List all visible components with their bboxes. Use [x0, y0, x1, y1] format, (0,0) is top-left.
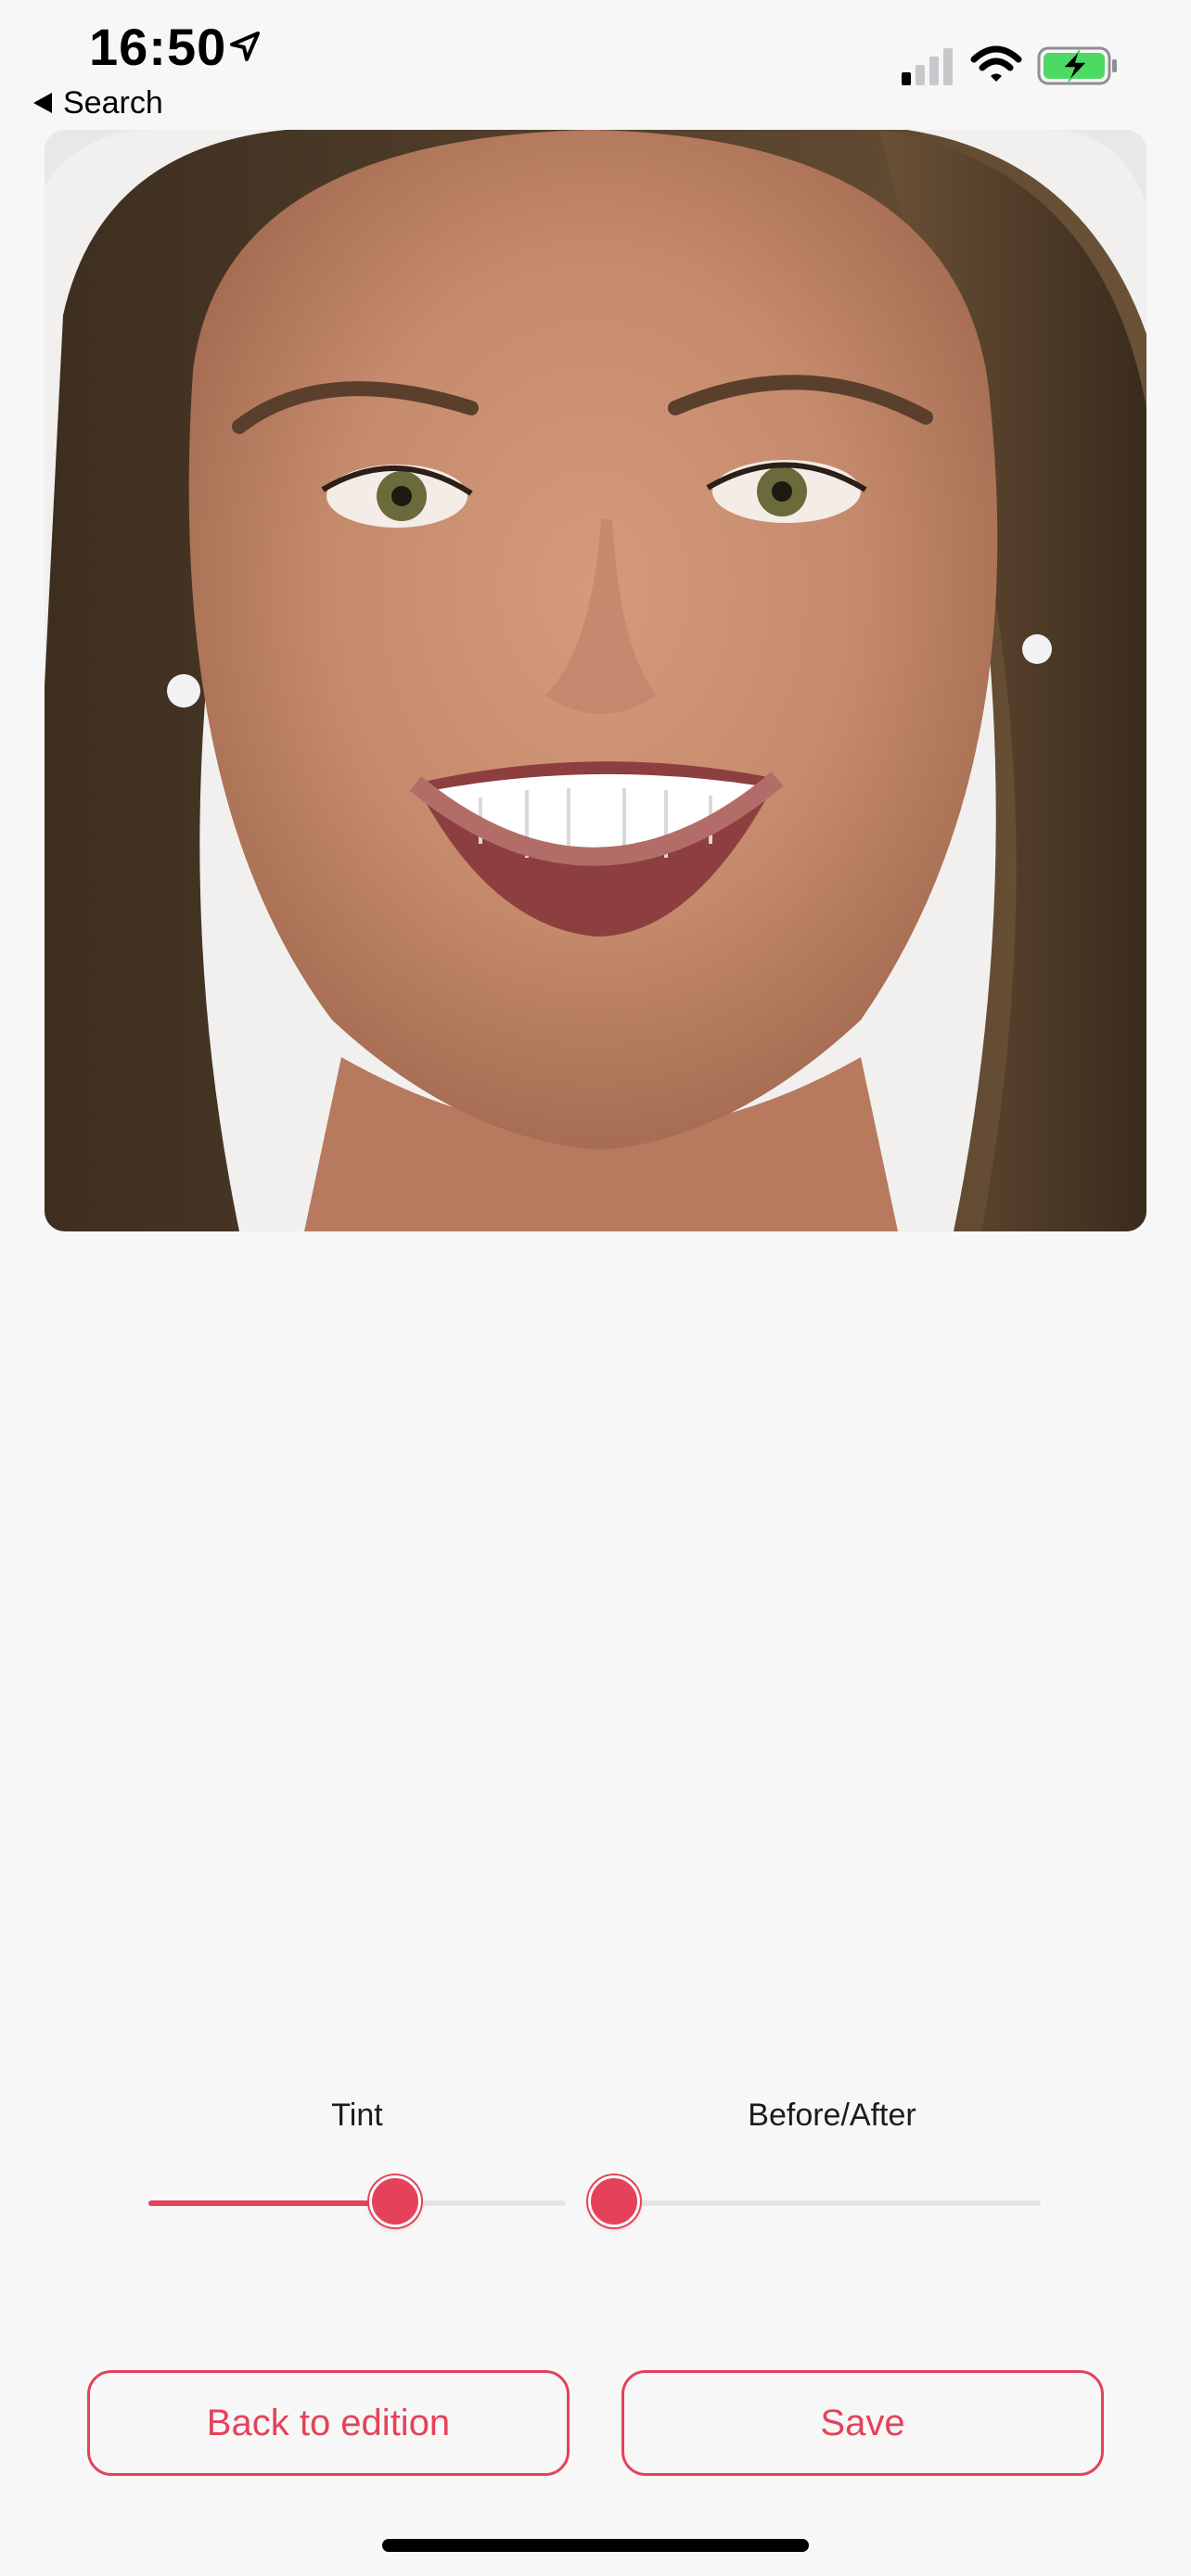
- before-after-slider-track: [614, 2200, 1041, 2206]
- battery-charging-icon: [1037, 46, 1117, 85]
- back-link-label: Search: [63, 84, 163, 121]
- before-after-label: Before/After: [748, 2098, 916, 2133]
- back-triangle-icon: [33, 93, 52, 113]
- screen: 16:50 Search Tint Before/After Back to e…: [0, 0, 1191, 2576]
- tint-slider-thumb[interactable]: [369, 2175, 421, 2227]
- wifi-icon: [970, 45, 1022, 82]
- status-time: 16:50: [89, 18, 227, 76]
- before-after-slider-thumb[interactable]: [588, 2175, 640, 2227]
- back-to-search-link[interactable]: Search: [33, 82, 163, 124]
- portrait-image: [45, 130, 1146, 1231]
- cellular-signal-icon: [902, 48, 953, 85]
- location-arrow-icon: [230, 32, 260, 61]
- home-indicator: [382, 2539, 809, 2552]
- tint-slider-fill: [148, 2200, 395, 2206]
- save-button[interactable]: Save: [621, 2370, 1104, 2476]
- smile-preview-photo: [45, 130, 1146, 1231]
- tint-label: Tint: [331, 2098, 383, 2133]
- tint-slider[interactable]: [148, 2175, 566, 2231]
- back-to-edition-button[interactable]: Back to edition: [87, 2370, 570, 2476]
- before-after-slider[interactable]: [588, 2175, 1041, 2231]
